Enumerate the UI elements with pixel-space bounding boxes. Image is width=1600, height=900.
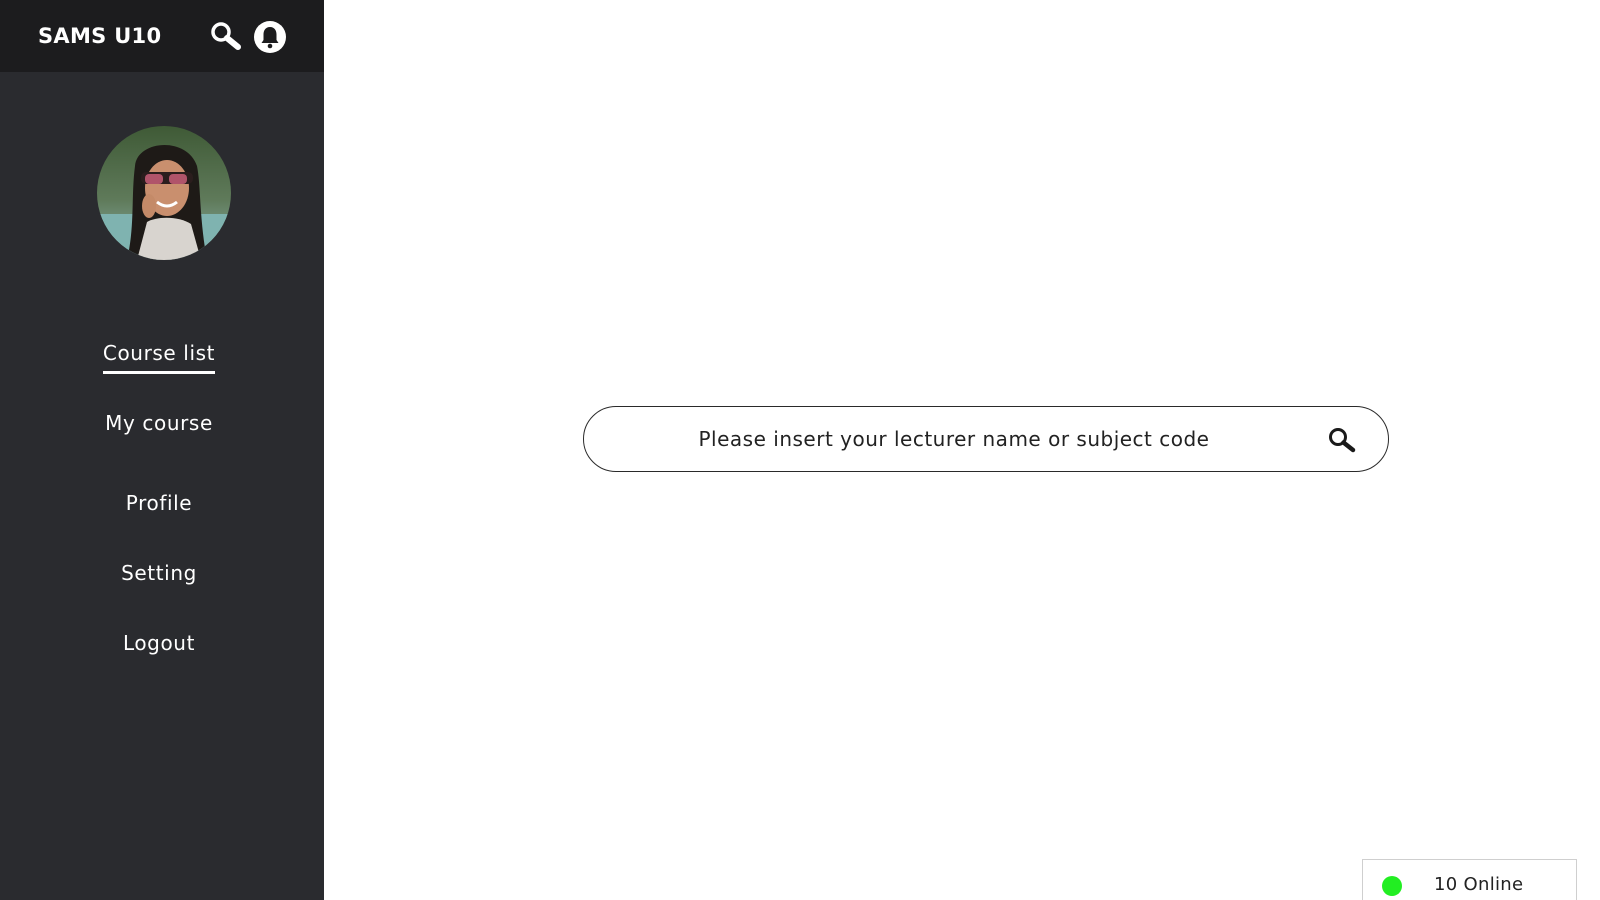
online-status[interactable]: 10 Online [1362,859,1577,900]
sidebar-item-label: My course [105,411,213,435]
sidebar: SAMS U10 Course list My course Profile S… [0,0,324,900]
online-indicator-dot [1382,876,1402,896]
search-icon [1329,428,1356,453]
search-bar [583,406,1389,472]
sidebar-header: SAMS U10 [0,0,324,72]
avatar[interactable] [97,126,231,260]
app-title: SAMS U10 [38,24,162,48]
sidebar-item-label: Logout [122,631,196,655]
sidebar-item-logout[interactable]: Logout [0,631,318,661]
sidebar-item-my-course[interactable]: My course [0,411,318,441]
app-root: SAMS U10 Course list My course Profile S… [0,0,1600,900]
online-count: 10 Online [1434,874,1524,895]
search-button[interactable] [1326,425,1358,457]
sidebar-item-profile[interactable]: Profile [0,491,318,521]
sidebar-item-course-list[interactable]: Course list [0,341,318,374]
sidebar-item-label: Setting [121,561,197,585]
search-icon[interactable] [209,20,243,54]
sidebar-item-label: Profile [125,491,193,515]
sidebar-item-setting[interactable]: Setting [0,561,318,591]
search-input[interactable] [614,407,1294,470]
bell-icon[interactable] [253,20,287,54]
sidebar-item-label: Course list [102,341,216,374]
